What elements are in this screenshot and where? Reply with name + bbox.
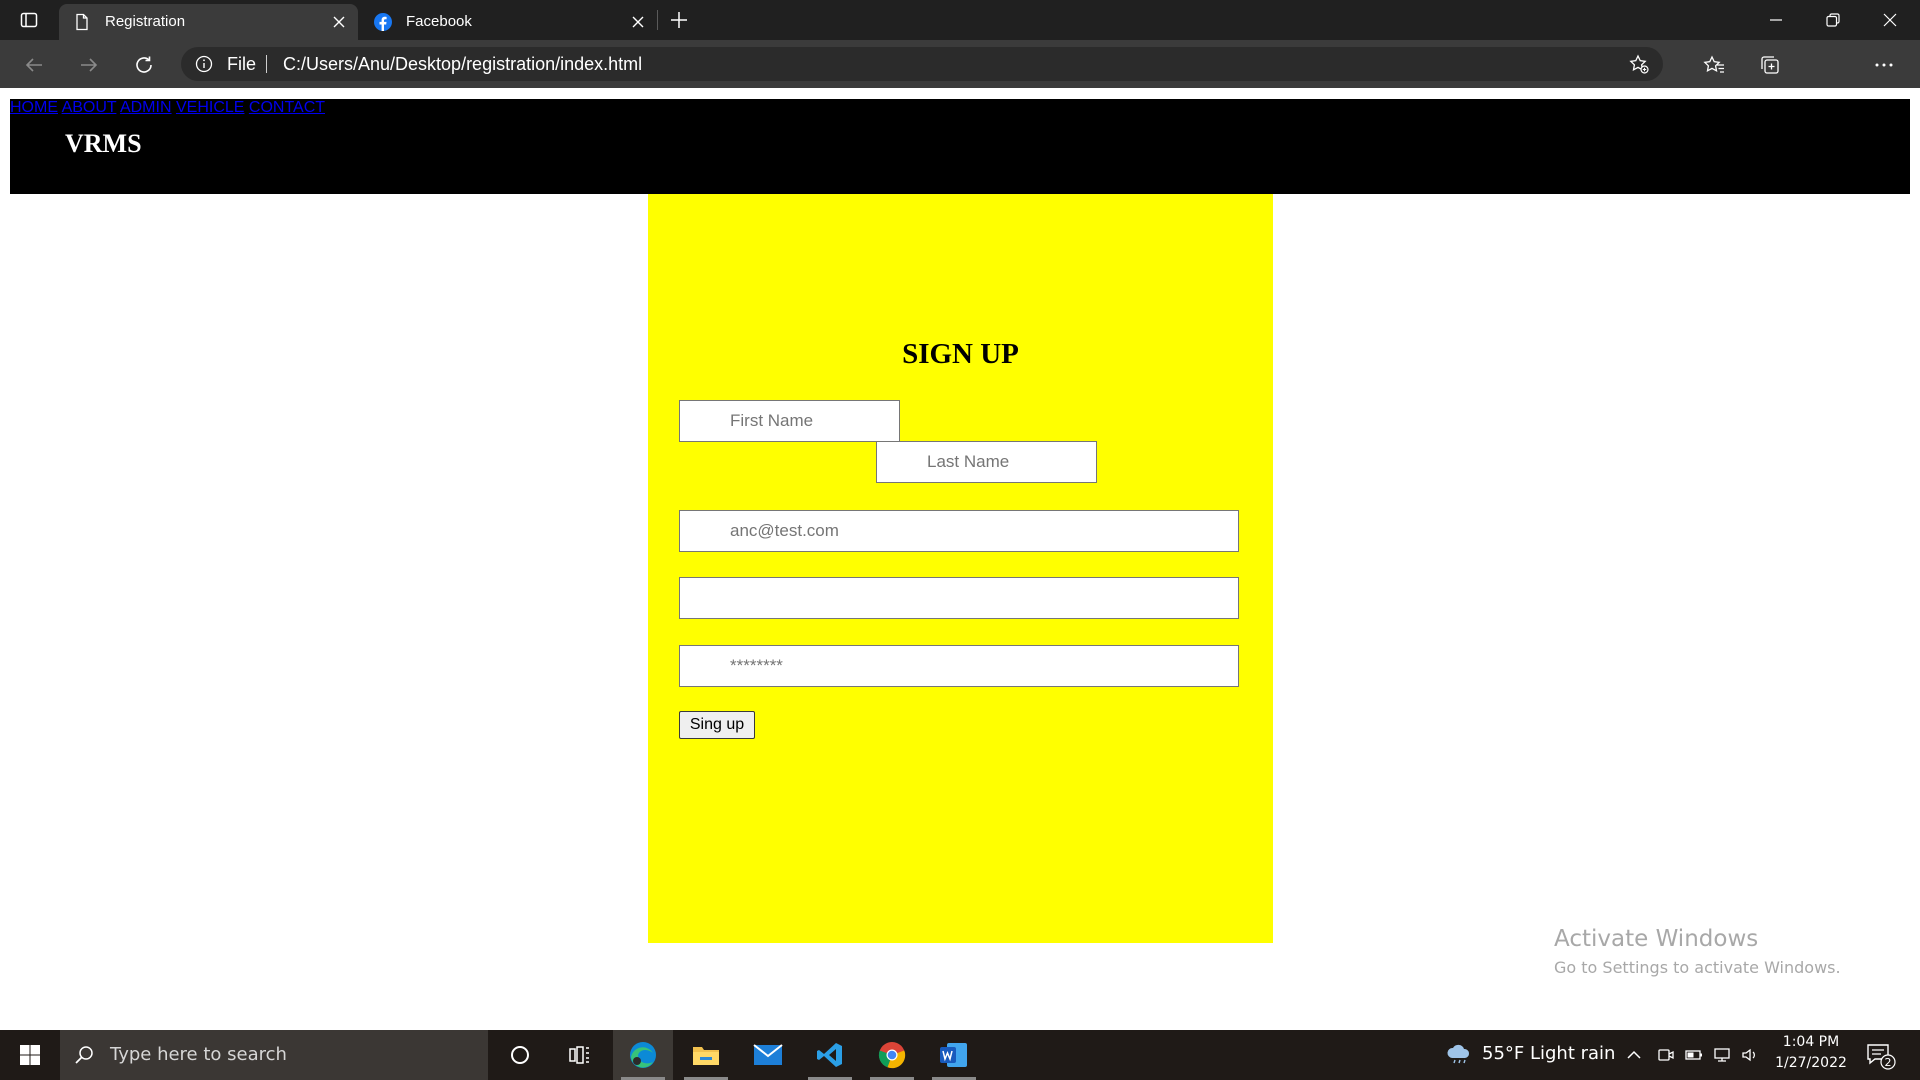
window-close-icon[interactable] [1862,0,1918,40]
activate-windows-watermark: Activate Windows Go to Settings to activ… [1554,926,1841,977]
signup-button[interactable]: Sing up [679,711,755,739]
meet-now-icon[interactable] [1656,1045,1676,1065]
notification-center-icon[interactable]: 2 [1866,1042,1896,1070]
weather-text: 55°F Light rain [1482,1043,1616,1064]
nav-link-about[interactable]: ABOUT [62,99,117,116]
url-scheme-label: File [227,54,257,74]
tab-title: Registration [105,13,186,30]
network-icon[interactable] [1713,1045,1733,1065]
info-icon[interactable] [195,55,213,73]
restore-icon[interactable] [1805,0,1861,40]
search-icon [74,1045,94,1065]
word-icon[interactable] [924,1030,984,1080]
watermark-subtitle: Go to Settings to activate Windows. [1554,958,1841,977]
password-input[interactable] [679,645,1239,687]
signup-title: SIGN UP [902,338,1019,370]
url-divider [266,55,267,73]
search-placeholder: Type here to search [110,1044,287,1065]
collections-icon[interactable] [1753,48,1787,82]
nav-link-home[interactable]: HOME [10,99,58,116]
address-bar[interactable]: File C:/Users/Anu/Desktop/registration/i… [181,47,1663,81]
cortana-icon[interactable] [490,1030,550,1080]
facebook-icon [374,13,392,31]
clock-date: 1/27/2022 [1775,1055,1847,1071]
web-page: VRMS HOME ABOUT ADMIN VEHICLE CONTACT SI… [0,88,1920,1030]
nav-link-admin[interactable]: ADMIN [120,99,172,116]
weather-widget[interactable]: 55°F Light rain [1446,1043,1615,1064]
windows-start-icon[interactable] [0,1030,60,1080]
volume-icon[interactable] [1740,1045,1760,1065]
taskbar-search-box[interactable]: Type here to search [60,1030,488,1080]
browser-toolbar: File C:/Users/Anu/Desktop/registration/i… [0,40,1920,119]
page-icon [73,13,91,31]
clock-time: 1:04 PM [1782,1034,1840,1050]
battery-icon[interactable] [1684,1045,1704,1065]
new-tab-icon[interactable] [665,6,693,34]
file-explorer-icon[interactable] [676,1030,736,1080]
more-options-icon[interactable] [1867,48,1901,82]
mail-icon[interactable] [738,1030,798,1080]
system-clock[interactable]: 1:04 PM 1/27/2022 [1770,1034,1852,1071]
site-navbar: VRMS HOME ABOUT ADMIN VEHICLE CONTACT [10,99,1910,194]
email-input[interactable] [679,510,1239,552]
close-icon[interactable] [330,13,348,31]
tab-registration[interactable]: Registration [59,4,358,40]
tab-facebook[interactable]: Facebook [360,4,657,40]
notification-count: 2 [1885,1056,1892,1069]
browser-tab-bar: Registration Facebook [0,0,1920,40]
chevron-up-icon[interactable] [1624,1045,1644,1065]
first-name-input[interactable] [679,400,900,442]
chrome-icon[interactable] [862,1030,922,1080]
nav-link-vehicle[interactable]: VEHICLE [176,99,244,116]
edge-browser-icon[interactable] [613,1030,673,1080]
forward-icon[interactable] [72,48,106,82]
refresh-icon[interactable] [127,48,161,82]
cloud-rain-icon [1447,1044,1470,1063]
last-name-input[interactable] [876,441,1097,483]
signup-panel: SIGN UP Sing up [648,194,1273,943]
tab-separator [657,10,658,30]
site-logo[interactable]: VRMS [65,129,142,159]
watermark-title: Activate Windows [1554,926,1759,952]
vscode-icon[interactable] [800,1030,860,1080]
nav-link-contact[interactable]: CONTACT [249,99,325,116]
back-icon[interactable] [17,48,51,82]
blank-input[interactable] [679,577,1239,619]
windows-taskbar: Type here to search 55°F Light rain 1:04… [0,1030,1920,1080]
tab-title: Facebook [406,13,472,30]
url-text[interactable]: C:/Users/Anu/Desktop/registration/index.… [283,54,642,75]
close-icon[interactable] [629,13,647,31]
favorites-icon[interactable] [1697,48,1731,82]
task-view-icon[interactable] [550,1030,610,1080]
minimize-icon[interactable] [1748,0,1804,40]
tab-actions-icon[interactable] [0,0,58,40]
add-favorite-icon[interactable] [1629,54,1649,74]
